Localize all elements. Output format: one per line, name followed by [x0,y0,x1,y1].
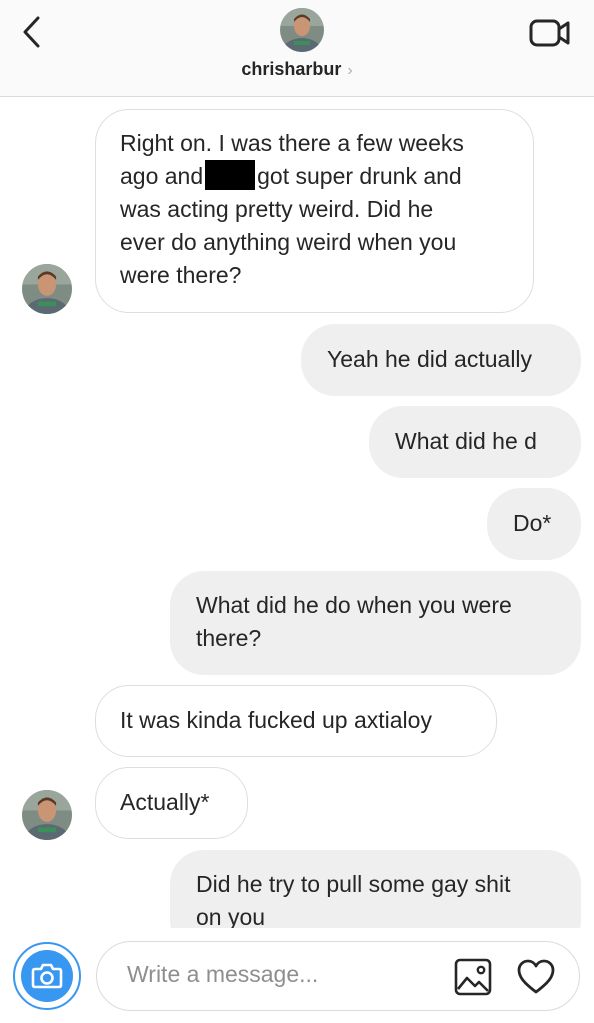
incoming-message[interactable]: It was kinda fucked up axtialoy [95,685,497,757]
message-text: What did he d [395,428,537,454]
message-line: Right on. I was there a few weeks [120,130,464,156]
outgoing-message[interactable]: Do* [487,488,581,560]
incoming-message[interactable]: Right on. I was there a few weeks ago an… [95,109,534,313]
message-line: ever do anything weird when you [120,229,457,255]
chat-header: chrisharbur › [0,0,594,97]
sender-avatar[interactable] [22,790,72,840]
header-avatar[interactable] [280,8,324,52]
sender-avatar[interactable] [22,264,72,314]
message-line-part: got super drunk and [257,163,462,189]
message-line: was acting pretty weird. Did he [120,196,434,222]
outgoing-message[interactable]: Yeah he did actually [301,324,581,396]
message-text: It was kinda fucked up axtialoy [120,707,432,733]
gallery-icon[interactable] [454,958,492,996]
message-line-part: ago and [120,163,204,189]
message-line: on you [196,904,266,928]
redaction-box [205,160,256,190]
message-input[interactable]: Write a message... [96,941,580,1011]
username-text: chrisharbur [241,59,342,79]
message-line: Did he try to pull some gay shit [196,871,511,897]
back-arrow-icon[interactable] [18,12,48,52]
message-text: Yeah he did actually [327,346,533,372]
message-text: Do* [513,510,552,536]
outgoing-message[interactable]: What did he d [369,406,581,478]
message-line: were there? [120,262,242,288]
message-composer: Write a message... [0,928,594,1023]
chevron-right-icon: › [347,62,353,79]
message-line: there? [196,625,262,651]
incoming-message[interactable]: Actually* [95,767,248,839]
camera-icon [31,963,63,989]
outgoing-message[interactable]: Did he try to pull some gay shit on you [170,850,581,928]
message-line: What did he do when you were [196,592,512,618]
message-text: Actually* [120,789,210,815]
video-call-icon[interactable] [528,17,572,49]
outgoing-message[interactable]: What did he do when you were there? [170,571,581,675]
message-line: ago and got super drunk and [120,160,509,193]
message-thread[interactable]: Right on. I was there a few weeks ago an… [0,98,594,928]
camera-button-fill[interactable] [21,950,73,1002]
username[interactable]: chrisharbur › [0,59,594,80]
heart-icon[interactable] [516,958,556,996]
message-placeholder: Write a message... [127,961,319,987]
